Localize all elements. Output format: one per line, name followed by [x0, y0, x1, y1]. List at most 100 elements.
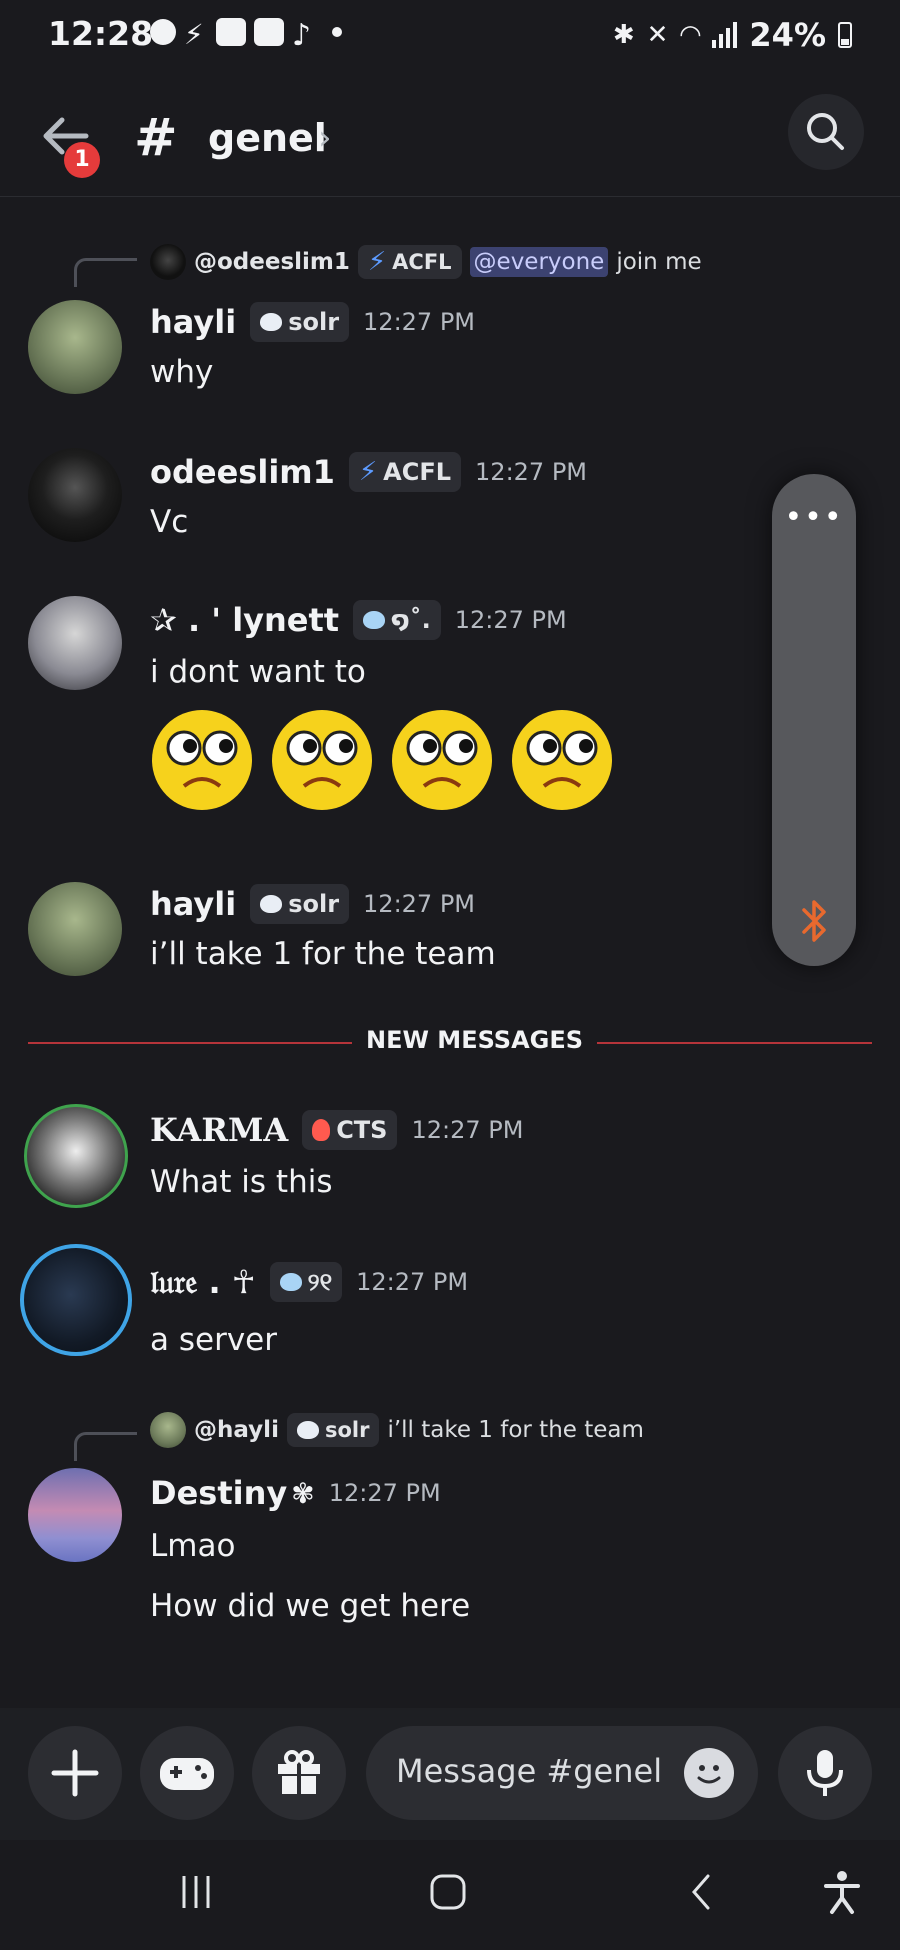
username[interactable]: hayli	[150, 303, 236, 341]
username[interactable]: 𝔩𝔲𝔯𝔢 . ☥	[150, 1263, 256, 1302]
bluetooth-icon[interactable]	[794, 898, 834, 944]
avatar[interactable]	[28, 448, 122, 542]
message-text: i’ll take 1 for the team	[150, 936, 496, 972]
username[interactable]: KARMA	[150, 1111, 288, 1149]
username[interactable]: ✰ . ' lynett	[150, 601, 339, 639]
search-icon	[807, 113, 844, 150]
gamepad-icon	[160, 1758, 214, 1790]
more-options-icon[interactable]: •••	[772, 500, 856, 535]
reply-role-tag: solr	[286, 1413, 380, 1447]
home-icon[interactable]	[426, 1870, 470, 1914]
message-header: ✰ . ' lynett ໑˚. 12:27 PM	[150, 600, 567, 640]
back-nav-icon[interactable]	[686, 1872, 716, 1912]
avatar[interactable]	[28, 596, 122, 690]
search-button[interactable]	[788, 94, 864, 170]
smiley-icon	[697, 1765, 721, 1784]
heart-icon	[296, 1421, 319, 1439]
reply-preview[interactable]: @odeeslim1 ⚡ ACFL @everyone join me	[150, 244, 702, 280]
username[interactable]: Destiny	[150, 1474, 287, 1512]
role-label: ୨୧	[307, 1268, 333, 1296]
rolling-eyes-emoji-icon[interactable]	[390, 708, 494, 812]
message-text: What is this	[150, 1164, 333, 1200]
message-text: How did we get here	[150, 1588, 471, 1624]
message-text: why	[150, 354, 214, 390]
role-tag: ⚡ ACFL	[348, 452, 462, 492]
rolling-eyes-emoji-icon[interactable]	[510, 708, 614, 812]
channel-name[interactable]: genel	[208, 116, 327, 160]
role-label: ACFL	[383, 458, 452, 486]
battery-icon	[838, 22, 852, 48]
recent-apps-icon[interactable]	[176, 1872, 216, 1912]
bolt-icon: ⚡	[367, 247, 387, 277]
heart-icon	[363, 611, 386, 629]
message-input[interactable]: Message #genel	[366, 1726, 758, 1820]
avatar[interactable]	[20, 1244, 132, 1356]
new-messages-label: NEW MESSAGES	[352, 1026, 598, 1054]
message-header: KARMA CTS 12:27 PM	[150, 1110, 523, 1150]
heart-icon	[260, 895, 283, 913]
username[interactable]: odeeslim1	[150, 453, 335, 491]
gift-button[interactable]	[252, 1726, 346, 1820]
voice-message-button[interactable]	[778, 1726, 872, 1820]
role-label: solr	[288, 308, 340, 336]
everyone-mention[interactable]: @everyone	[469, 247, 609, 277]
system-navigation-bar	[0, 1840, 900, 1950]
bluetooth-status-icon: ✱	[612, 20, 635, 50]
gift-icon	[278, 1750, 320, 1794]
accessibility-icon[interactable]	[820, 1868, 864, 1916]
role-tag: solr	[250, 302, 350, 342]
reply-connector	[74, 1432, 137, 1461]
floating-audio-panel[interactable]: •••	[772, 474, 856, 966]
reply-avatar	[150, 1412, 186, 1448]
channel-header: 1 # genel ›	[0, 80, 900, 197]
avatar[interactable]	[28, 882, 122, 976]
sparkle-icon: ✾	[291, 1476, 315, 1510]
hash-icon: #	[134, 108, 178, 168]
wifi-status-icon: ◠	[680, 20, 701, 50]
more-notifications-dot-icon	[332, 27, 342, 37]
avatar[interactable]	[28, 1468, 122, 1562]
role-tag: ໑˚.	[353, 600, 441, 640]
youtube-notification-icon-2	[254, 18, 284, 46]
reply-connector	[74, 258, 137, 287]
reply-preview[interactable]: @hayli solr i’ll take 1 for the team	[150, 1412, 644, 1448]
reply-avatar	[150, 244, 186, 280]
reply-text: join me	[616, 249, 702, 275]
message-header: 𝔩𝔲𝔯𝔢 . ☥ ୨୧ 12:27 PM	[150, 1262, 468, 1302]
avatar[interactable]	[28, 300, 122, 394]
emoji-row	[150, 708, 614, 812]
rolling-eyes-emoji-icon[interactable]	[270, 708, 374, 812]
status-time: 12:28	[48, 14, 154, 53]
reply-username: @hayli	[194, 1417, 279, 1443]
username[interactable]: hayli	[150, 885, 236, 923]
timestamp: 12:27 PM	[411, 1116, 524, 1144]
emoji-picker-button[interactable]	[684, 1748, 734, 1798]
bolt-icon: ⚡	[358, 457, 378, 487]
microphone-icon	[807, 1750, 843, 1796]
reply-role-label: ACFL	[392, 250, 452, 274]
message-composer: Message #genel	[0, 1708, 900, 1840]
role-tag: ୨୧	[269, 1262, 343, 1302]
activities-button[interactable]	[140, 1726, 234, 1820]
bolt-notification-icon: ⚡	[184, 18, 204, 51]
message-text: a server	[150, 1322, 277, 1358]
timestamp: 12:27 PM	[363, 308, 476, 336]
signal-icon	[712, 22, 738, 48]
chevron-right-icon[interactable]: ›	[318, 118, 332, 158]
plus-icon	[51, 1749, 99, 1797]
message-text: Vc	[150, 504, 189, 540]
timestamp: 12:27 PM	[356, 1268, 469, 1296]
timestamp: 12:27 PM	[454, 606, 567, 634]
timestamp: 12:27 PM	[475, 458, 588, 486]
tiktok-notification-icon: ♪	[292, 18, 312, 53]
message-notification-icon	[150, 19, 176, 45]
role-tag: solr	[250, 884, 350, 924]
timestamp: 12:27 PM	[328, 1479, 441, 1507]
avatar[interactable]	[24, 1104, 128, 1208]
flame-icon	[312, 1119, 331, 1141]
reply-text: i’ll take 1 for the team	[387, 1417, 644, 1443]
mute-status-icon: ✕	[646, 20, 669, 50]
rolling-eyes-emoji-icon[interactable]	[150, 708, 254, 812]
youtube-notification-icon	[216, 18, 246, 46]
add-attachment-button[interactable]	[28, 1726, 122, 1820]
